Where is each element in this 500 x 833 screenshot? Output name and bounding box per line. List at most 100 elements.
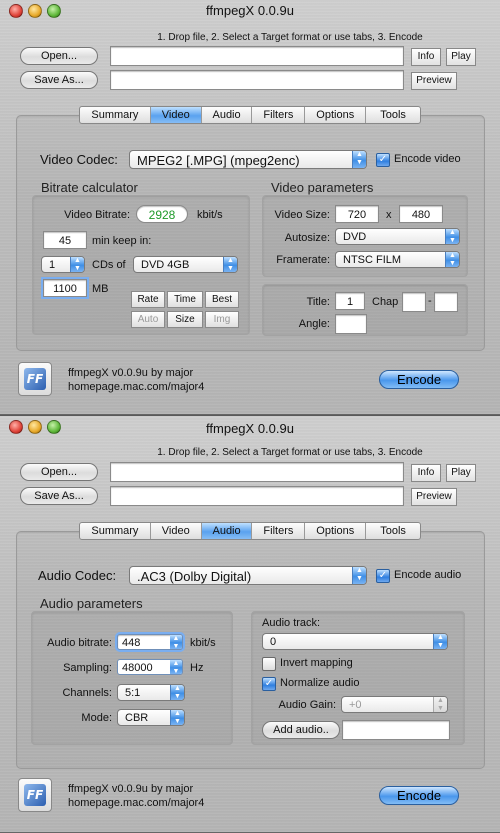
tab-video[interactable]: Video bbox=[150, 107, 202, 123]
credit-author: ffmpegX v0.0.9u by major bbox=[68, 367, 194, 379]
mode-label: Mode: bbox=[81, 712, 112, 724]
tab-filters[interactable]: Filters bbox=[252, 107, 306, 123]
open-button[interactable]: Open... bbox=[20, 47, 98, 65]
bitrate-calculator-title: Bitrate calculator bbox=[41, 180, 138, 195]
window-video: ffmpegX 0.0.9u 1. Drop file, 2. Select a… bbox=[0, 0, 500, 415]
window-title: ffmpegX 0.0.9u bbox=[206, 421, 294, 436]
minutes-label: min keep in: bbox=[92, 235, 152, 247]
chap-dash-label: - bbox=[428, 295, 432, 307]
destination-file-field[interactable] bbox=[110, 70, 404, 90]
window-title: ffmpegX 0.0.9u bbox=[206, 3, 294, 18]
add-audio-button[interactable]: Add audio.. bbox=[262, 721, 340, 739]
title-field[interactable]: 1 bbox=[335, 292, 365, 310]
chevron-updown-icon: ▲ ▼ bbox=[170, 710, 184, 725]
chap-end-field[interactable] bbox=[434, 292, 458, 312]
channels-value: 5:1 bbox=[125, 687, 141, 699]
tab-audio[interactable]: Audio bbox=[202, 107, 253, 123]
time-button[interactable]: Time bbox=[167, 291, 203, 308]
info-button[interactable]: Info bbox=[411, 48, 441, 66]
normalize-audio-checkbox[interactable]: ✓ bbox=[262, 677, 276, 691]
window-audio: ffmpegX 0.0.9u 1. Drop file, 2. Select a… bbox=[0, 416, 500, 833]
preview-button[interactable]: Preview bbox=[411, 488, 457, 506]
video-codec-value: MPEG2 [.MPG] (mpeg2enc) bbox=[137, 153, 300, 168]
tab-options[interactable]: Options bbox=[305, 523, 367, 539]
chap-start-field[interactable] bbox=[402, 292, 426, 312]
angle-field[interactable] bbox=[335, 314, 367, 334]
autosize-select[interactable]: DVD ▲ ▼ bbox=[335, 228, 460, 245]
video-bitrate-field[interactable]: 2928 bbox=[136, 205, 188, 223]
instructions-text: 1. Drop file, 2. Select a Target format … bbox=[157, 447, 423, 458]
framerate-value: NTSC FILM bbox=[343, 254, 402, 266]
media-value: DVD 4GB bbox=[141, 259, 190, 271]
framerate-select[interactable]: NTSC FILM ▲ ▼ bbox=[335, 251, 460, 268]
chevron-updown-icon: ▲ ▼ bbox=[445, 252, 459, 267]
chevron-updown-icon: ▲ ▼ bbox=[70, 257, 84, 272]
open-button[interactable]: Open... bbox=[20, 463, 98, 481]
mode-value: CBR bbox=[125, 712, 149, 724]
video-width-field[interactable]: 720 bbox=[335, 205, 379, 223]
rate-button[interactable]: Rate bbox=[131, 291, 165, 308]
cds-of-label: CDs of bbox=[92, 259, 126, 271]
video-codec-select[interactable]: MPEG2 [.MPG] (mpeg2enc) ▲ ▼ bbox=[129, 150, 367, 169]
audio-track-label: Audio track: bbox=[262, 617, 321, 629]
best-button[interactable]: Best bbox=[205, 291, 239, 308]
info-button[interactable]: Info bbox=[411, 464, 441, 482]
tab-bar: Summary Video Audio Filters Options Tool… bbox=[79, 106, 421, 124]
encode-button[interactable]: Encode bbox=[379, 786, 459, 805]
target-size-field[interactable]: 1100 bbox=[43, 279, 87, 297]
video-height-field[interactable]: 480 bbox=[399, 205, 443, 223]
credit-homepage: homepage.mac.com/major4 bbox=[68, 797, 205, 809]
media-select[interactable]: DVD 4GB ▲ ▼ bbox=[133, 256, 238, 273]
tab-audio[interactable]: Audio bbox=[201, 523, 253, 539]
ffmpegx-logo-icon: FF bbox=[18, 778, 52, 812]
size-button[interactable]: Size bbox=[167, 311, 203, 328]
destination-file-field[interactable] bbox=[110, 486, 404, 506]
tab-options[interactable]: Options bbox=[305, 107, 367, 123]
tab-summary[interactable]: Summary bbox=[80, 107, 151, 123]
audio-bitrate-combo[interactable]: 448 ▲ ▼ bbox=[117, 634, 183, 650]
cd-count-select[interactable]: 1 ▲ ▼ bbox=[41, 256, 85, 273]
audio-bitrate-unit: kbit/s bbox=[190, 637, 216, 649]
auto-button[interactable]: Auto bbox=[131, 311, 165, 328]
encode-button[interactable]: Encode bbox=[379, 370, 459, 389]
sampling-unit: Hz bbox=[190, 662, 204, 674]
tab-summary[interactable]: Summary bbox=[80, 523, 151, 539]
sampling-value: 48000 bbox=[122, 662, 153, 674]
save-as-button[interactable]: Save As... bbox=[20, 71, 98, 89]
encode-video-label: Encode video bbox=[394, 153, 461, 165]
tab-tools[interactable]: Tools bbox=[366, 107, 420, 123]
chevron-updown-icon: ▲ ▼ bbox=[352, 567, 366, 584]
chevron-updown-icon: ▲ ▼ bbox=[352, 151, 366, 168]
video-bitrate-label: Video Bitrate: bbox=[64, 209, 130, 221]
img-button[interactable]: Img bbox=[205, 311, 239, 328]
bitrate-unit-label: kbit/s bbox=[197, 209, 223, 221]
play-button[interactable]: Play bbox=[446, 464, 476, 482]
tab-filters[interactable]: Filters bbox=[252, 523, 306, 539]
video-codec-label: Video Codec: bbox=[40, 152, 118, 167]
audio-codec-select[interactable]: .AC3 (Dolby Digital) ▲ ▼ bbox=[129, 566, 367, 585]
audio-track-select[interactable]: 0 ▲ ▼ bbox=[262, 633, 448, 650]
credit-author: ffmpegX v0.0.9u by major bbox=[68, 783, 194, 795]
sampling-combo[interactable]: 48000 ▲ ▼ bbox=[117, 659, 183, 675]
audio-gain-select[interactable]: +0 ▲ ▼ bbox=[341, 696, 448, 713]
size-unit-label: MB bbox=[92, 283, 109, 295]
minutes-field[interactable]: 45 bbox=[43, 231, 87, 249]
play-button[interactable]: Play bbox=[446, 48, 476, 66]
tab-video[interactable]: Video bbox=[151, 523, 202, 539]
sampling-label: Sampling: bbox=[63, 662, 112, 674]
source-file-field[interactable] bbox=[110, 462, 404, 482]
video-parameters-title: Video parameters bbox=[271, 180, 374, 195]
preview-button[interactable]: Preview bbox=[411, 72, 457, 90]
mode-select[interactable]: CBR ▲ ▼ bbox=[117, 709, 185, 726]
invert-mapping-checkbox[interactable] bbox=[262, 657, 276, 671]
channels-select[interactable]: 5:1 ▲ ▼ bbox=[117, 684, 185, 701]
encode-audio-checkbox[interactable]: ✓ bbox=[376, 569, 390, 583]
tab-tools[interactable]: Tools bbox=[366, 523, 420, 539]
save-as-button[interactable]: Save As... bbox=[20, 487, 98, 505]
audio-bitrate-label: Audio bitrate: bbox=[47, 637, 112, 649]
encode-video-checkbox[interactable]: ✓ bbox=[376, 153, 390, 167]
source-file-field[interactable] bbox=[110, 46, 404, 66]
angle-label: Angle: bbox=[298, 318, 330, 330]
add-audio-file-field[interactable] bbox=[342, 720, 450, 740]
cd-count-value: 1 bbox=[49, 259, 56, 271]
